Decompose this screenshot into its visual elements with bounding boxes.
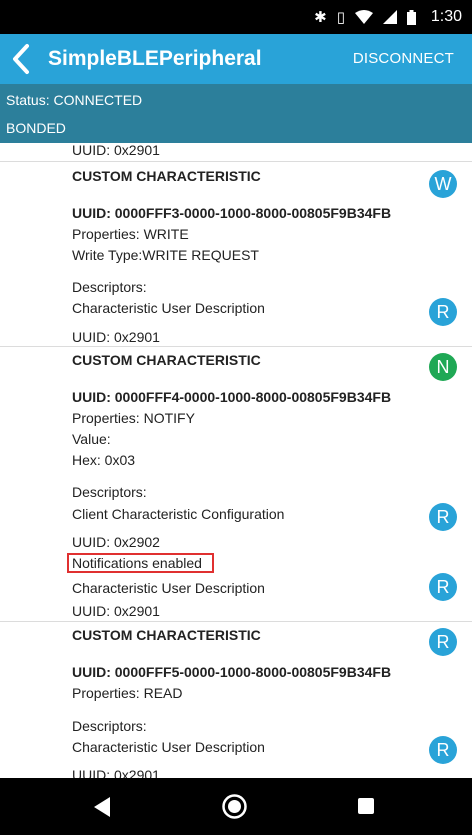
read-badge-icon[interactable]: R [429, 503, 457, 531]
write-badge-icon[interactable]: W [429, 170, 457, 198]
clock: 1:30 [430, 8, 462, 25]
system-status-bar: ✱ ▯ 1:30 [0, 0, 472, 34]
divider [0, 346, 472, 347]
characteristic-properties: Properties: READ [72, 685, 183, 701]
connection-status-band: Status: CONNECTED BONDED [0, 84, 472, 143]
descriptor-name: Client Characteristic Configuration [72, 506, 285, 522]
home-circle-icon[interactable] [221, 793, 248, 820]
read-badge-icon[interactable]: R [429, 298, 457, 326]
divider [0, 621, 472, 622]
characteristic-title: CUSTOM CHARACTERISTIC [72, 352, 261, 368]
wifi-icon [355, 10, 373, 24]
recents-square-icon[interactable] [357, 797, 375, 815]
characteristic-hex-value: Hex: 0x03 [72, 452, 136, 468]
characteristic-uuid: UUID: 0000FFF5-0000-1000-8000-00805F9B34… [72, 664, 392, 680]
characteristic-title: CUSTOM CHARACTERISTIC [72, 627, 261, 643]
characteristic-uuid: UUID: 0000FFF4-0000-1000-8000-00805F9B34… [72, 389, 392, 405]
descriptors-label: Descriptors: [72, 484, 147, 500]
notification-status: Notifications enabled [72, 555, 202, 571]
descriptor-uuid: UUID: 0x2901 [72, 767, 160, 778]
app-bar: SimpleBLEPeripheral DISCONNECT [0, 34, 472, 84]
characteristic-properties: Properties: WRITE [72, 226, 189, 242]
characteristics-list[interactable]: UUID: 0x2901 CUSTOM CHARACTERISTIC W UUI… [0, 143, 472, 778]
characteristic-uuid: UUID: 0000FFF3-0000-1000-8000-00805F9B34… [72, 205, 392, 221]
descriptors-label: Descriptors: [72, 279, 147, 295]
read-badge-icon[interactable]: R [429, 573, 457, 601]
descriptors-label: Descriptors: [72, 718, 147, 734]
read-badge-icon[interactable]: R [429, 628, 457, 656]
descriptor-name: Characteristic User Description [72, 580, 265, 596]
descriptor-name: Characteristic User Description [72, 300, 265, 316]
characteristic-write-type: Write Type:WRITE REQUEST [72, 247, 259, 263]
divider [0, 161, 472, 162]
descriptor-uuid: UUID: 0x2901 [72, 143, 160, 158]
characteristic-value-label: Value: [72, 431, 111, 447]
back-arrow-icon[interactable] [8, 39, 34, 79]
read-badge-icon[interactable]: R [429, 736, 457, 764]
system-nav-bar [0, 778, 472, 835]
descriptor-uuid: UUID: 0x2901 [72, 329, 160, 345]
characteristic-properties: Properties: NOTIFY [72, 410, 195, 426]
notify-badge-icon[interactable]: N [429, 353, 457, 381]
app-title: SimpleBLEPeripheral [48, 47, 262, 70]
vibrate-icon: ▯ [336, 8, 345, 26]
bond-status: BONDED [6, 120, 66, 136]
connection-status: Status: CONNECTED [6, 92, 143, 108]
signal-icon [383, 10, 397, 24]
back-triangle-icon[interactable] [92, 796, 112, 818]
disconnect-button[interactable]: DISCONNECT [353, 34, 454, 84]
descriptor-uuid: UUID: 0x2902 [72, 534, 160, 550]
bluetooth-icon: ✱ [314, 8, 327, 26]
characteristic-title: CUSTOM CHARACTERISTIC [72, 168, 261, 184]
screen: ✱ ▯ 1:30 SimpleBLEPeripheral DISCONNECT … [0, 0, 472, 835]
descriptor-uuid: UUID: 0x2901 [72, 603, 160, 619]
battery-icon [407, 9, 416, 25]
status-icons: ✱ ▯ [314, 0, 416, 34]
descriptor-name: Characteristic User Description [72, 739, 265, 755]
